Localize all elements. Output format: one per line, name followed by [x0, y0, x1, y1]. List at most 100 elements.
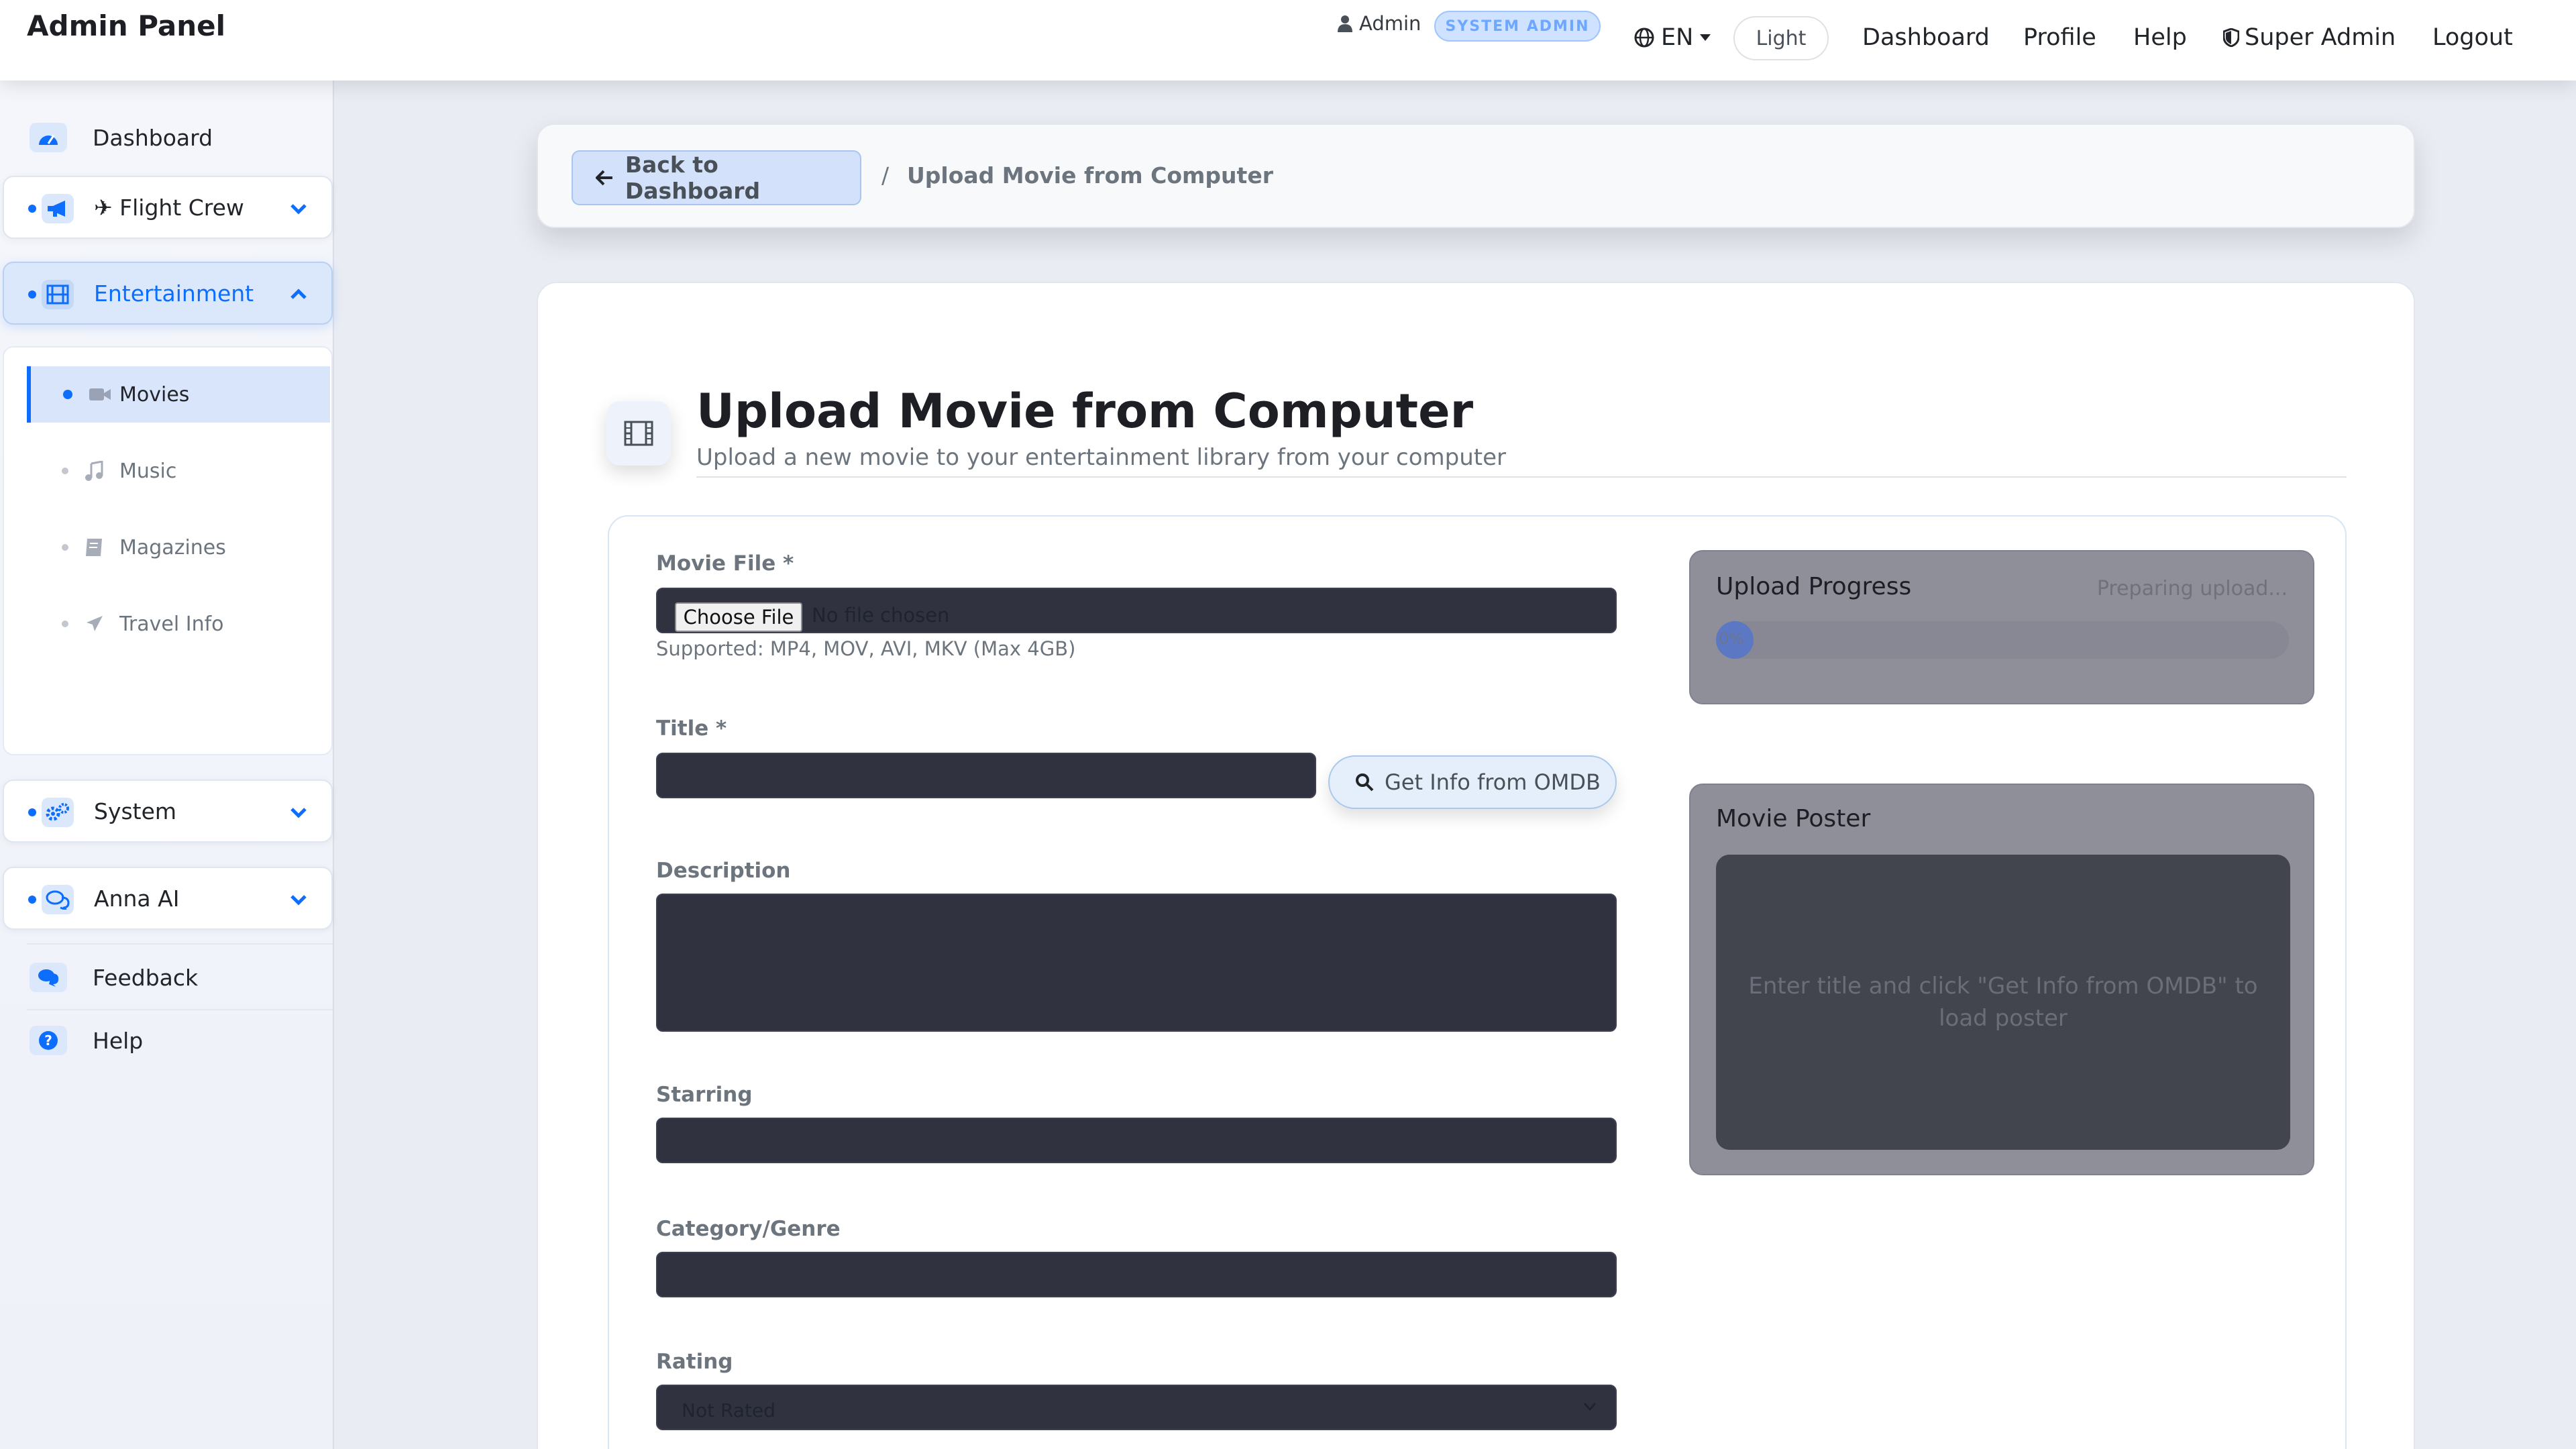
- book-icon: [86, 539, 102, 556]
- sidebar-item-label: Feedback: [93, 964, 199, 991]
- user-icon: [1338, 15, 1352, 32]
- dot: [62, 621, 68, 627]
- role-badge: SYSTEM ADMIN: [1434, 11, 1601, 42]
- theme-toggle-button[interactable]: Light: [1733, 16, 1829, 60]
- top-navbar: Admin Panel Admin SYSTEM ADMIN EN Light …: [0, 0, 2576, 80]
- movie-file-label: Movie File *: [656, 551, 794, 576]
- sidebar-subitem-travel-info[interactable]: Travel Info: [27, 596, 330, 652]
- sidebar-group-label: Entertainment: [94, 280, 254, 307]
- sidebar-group-label: ✈ Flight Crew: [94, 195, 244, 221]
- starring-input[interactable]: [656, 1118, 1617, 1163]
- page-title: Upload Movie from Computer: [696, 384, 1474, 439]
- user-info: Admin: [1338, 12, 1421, 35]
- get-omdb-info-button[interactable]: Get Info from OMDB: [1328, 755, 1617, 809]
- nav-profile-link[interactable]: Profile: [2023, 24, 2096, 51]
- sidebar-subitem-label: Movies: [119, 382, 190, 407]
- sidebar-group-flight-crew[interactable]: ✈ Flight Crew: [3, 176, 333, 239]
- sidebar-group-system[interactable]: System: [3, 780, 333, 843]
- breadcrumb-separator: /: [881, 162, 890, 189]
- genre-label: Category/Genre: [656, 1217, 841, 1241]
- sidebar-subitem-magazines[interactable]: Magazines: [27, 519, 330, 576]
- globe-icon: [1634, 28, 1654, 48]
- question-circle-icon: ?: [30, 1026, 67, 1055]
- movie-file-input[interactable]: Choose File No file chosen: [656, 588, 1617, 633]
- sidebar-subitem-movies[interactable]: Movies: [27, 366, 330, 423]
- sidebar: Dashboard ✈ Flight Crew Entertainment Mo…: [0, 80, 334, 1449]
- movie-poster-title: Movie Poster: [1716, 805, 1871, 833]
- nav-dashboard-link[interactable]: Dashboard: [1862, 24, 1990, 51]
- film-icon: [42, 280, 74, 309]
- chat-bubbles-icon: [42, 885, 74, 914]
- sidebar-group-anna-ai[interactable]: Anna AI: [3, 867, 333, 930]
- nav-super-admin-link[interactable]: Super Admin: [2223, 24, 2396, 51]
- breadcrumb: Back to Dashboard / Upload Movie from Co…: [537, 123, 2415, 228]
- page-subtitle: Upload a new movie to your entertainment…: [696, 444, 1507, 471]
- poster-placeholder: Enter title and click "Get Info from OMD…: [1716, 855, 2290, 1150]
- dot: [62, 544, 68, 551]
- upload-progress-percent: 0%: [1719, 629, 1745, 648]
- chevron-down-icon: [1583, 1403, 1597, 1411]
- genre-input[interactable]: [656, 1252, 1617, 1297]
- sidebar-subitem-label: Travel Info: [119, 612, 224, 636]
- dot: [62, 468, 68, 474]
- sidebar-item-label: Dashboard: [93, 124, 213, 151]
- starring-label: Starring: [656, 1083, 753, 1107]
- plane-icon: [87, 616, 103, 631]
- language-dropdown[interactable]: EN: [1634, 24, 1711, 51]
- movie-file-help: Supported: MP4, MOV, AVI, MKV (Max 4GB): [656, 637, 1076, 660]
- omdb-button-label: Get Info from OMDB: [1385, 769, 1601, 795]
- status-dot: [28, 808, 36, 816]
- sidebar-item-label: Help: [93, 1027, 144, 1054]
- arrow-left-icon: [596, 170, 612, 186]
- status-dot: [28, 205, 36, 213]
- shield-icon: [2223, 28, 2239, 47]
- user-name: Admin: [1359, 12, 1421, 35]
- brand-title[interactable]: Admin Panel: [27, 9, 225, 42]
- caret-down-icon: [1700, 34, 1711, 41]
- description-textarea[interactable]: [656, 894, 1617, 1032]
- chevron-down-icon: [290, 808, 307, 818]
- nav-help-link[interactable]: Help: [2133, 24, 2187, 51]
- sidebar-subitem-label: Magazines: [119, 535, 226, 559]
- sidebar-subitem-music[interactable]: Music: [27, 443, 330, 499]
- sidebar-group-label: Anna AI: [94, 885, 180, 912]
- choose-file-button[interactable]: Choose File: [675, 602, 802, 632]
- file-status: No file chosen: [812, 604, 950, 627]
- title-input[interactable]: [656, 753, 1316, 798]
- comments-icon: [30, 963, 67, 992]
- language-label: EN: [1661, 24, 1694, 51]
- sidebar-item-dashboard[interactable]: Dashboard: [0, 107, 333, 168]
- super-admin-label: Super Admin: [2245, 24, 2396, 51]
- active-dot: [63, 390, 72, 399]
- chevron-up-icon: [290, 288, 307, 299]
- svg-text:?: ?: [44, 1032, 52, 1049]
- status-dot: [28, 896, 36, 904]
- megaphone-icon: [42, 194, 74, 223]
- upload-progress-panel: Upload Progress Preparing upload... 0%: [1689, 550, 2314, 704]
- sidebar-divider: [27, 943, 333, 945]
- sidebar-group-entertainment[interactable]: Entertainment: [3, 262, 333, 325]
- video-camera-icon: [89, 388, 111, 400]
- sidebar-group-label: System: [94, 798, 177, 824]
- rating-selected-value: Not Rated: [682, 1399, 775, 1421]
- gears-icon: [42, 798, 74, 827]
- breadcrumb-current: Upload Movie from Computer: [907, 162, 1273, 189]
- sidebar-subitem-label: Music: [119, 459, 177, 483]
- back-button-label: Back to Dashboard: [625, 152, 761, 204]
- sidebar-item-feedback[interactable]: Feedback: [0, 947, 333, 1008]
- sidebar-item-help[interactable]: ? Help: [0, 1010, 333, 1071]
- search-icon: [1356, 773, 1374, 792]
- upload-progress-bar: 0%: [1716, 621, 2289, 659]
- chevron-down-icon: [290, 895, 307, 906]
- upload-progress-status: Preparing upload...: [2096, 577, 2288, 600]
- speedometer-icon: [30, 123, 67, 152]
- upload-movie-card: Upload Movie from Computer Upload a new …: [537, 282, 2415, 1449]
- nav-logout-link[interactable]: Logout: [2432, 24, 2513, 51]
- upload-form: Movie File * Choose File No file chosen …: [608, 515, 2347, 1449]
- movie-poster-panel: Movie Poster Enter title and click "Get …: [1689, 784, 2314, 1175]
- upload-progress-title: Upload Progress: [1716, 573, 1912, 600]
- title-label: Title *: [656, 716, 727, 741]
- description-label: Description: [656, 859, 791, 883]
- rating-select[interactable]: Not Rated: [656, 1385, 1617, 1430]
- back-to-dashboard-button[interactable]: Back to Dashboard: [572, 150, 861, 205]
